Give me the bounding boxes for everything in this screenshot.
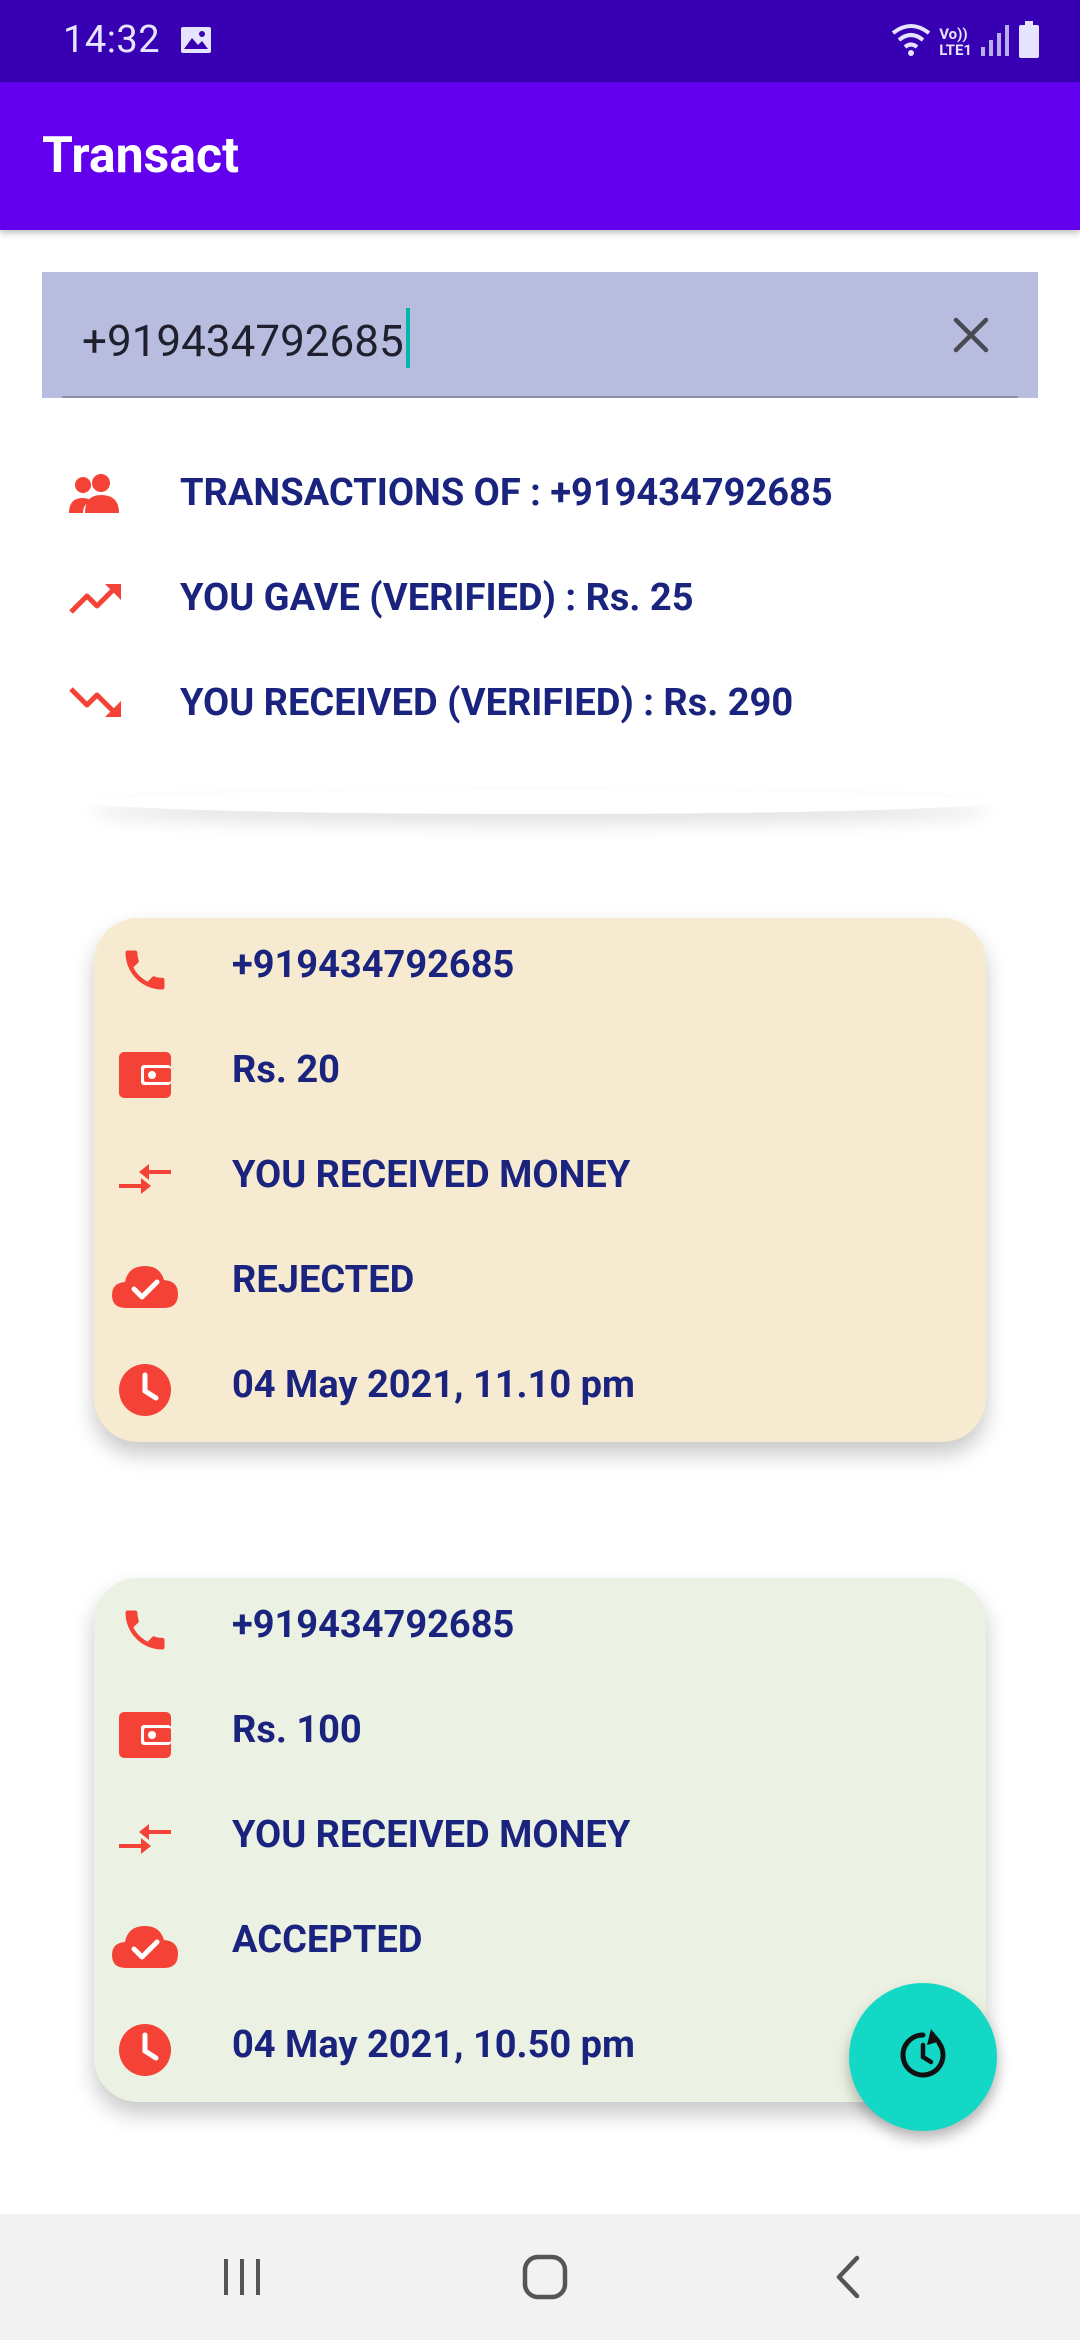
card-phone-row: +919434792685 xyxy=(94,935,986,1005)
cloud-done-icon xyxy=(110,1910,180,1980)
card-direction: YOU RECEIVED MONEY xyxy=(232,1153,631,1197)
system-nav-bar xyxy=(0,2214,1080,2340)
summary-divider-shadow xyxy=(90,790,990,814)
battery-icon xyxy=(1018,21,1040,63)
status-bar: 14:32 Vo)) LTE1 xyxy=(0,0,1080,82)
back-icon[interactable] xyxy=(818,2250,878,2304)
card-datetime: 04 May 2021, 10.50 pm xyxy=(232,2023,635,2067)
app-title: Transact xyxy=(42,127,240,185)
you-received-text: YOU RECEIVED (VERIFIED) : Rs. 290 xyxy=(180,681,794,725)
volte-icon: Vo)) LTE1 xyxy=(939,26,972,58)
people-icon xyxy=(66,464,124,522)
app-bar: Transact xyxy=(0,82,1080,230)
phone-icon xyxy=(110,935,180,1005)
transactions-of-text: TRANSACTIONS OF : +919434792685 xyxy=(180,471,833,515)
card-datetime-row: 04 May 2021, 11.10 pm xyxy=(94,1355,986,1425)
home-icon[interactable] xyxy=(515,2250,575,2304)
card-direction-row: YOU RECEIVED MONEY xyxy=(94,1805,986,1875)
card-amount-row: Rs. 100 xyxy=(94,1700,986,1770)
recents-icon[interactable] xyxy=(212,2250,272,2304)
clock-icon xyxy=(110,2015,180,2085)
card-datetime: 04 May 2021, 11.10 pm xyxy=(232,1363,635,1407)
you-gave-text: YOU GAVE (VERIFIED) : Rs. 25 xyxy=(180,576,694,620)
search-input-value: +919434792685 xyxy=(82,315,404,367)
wallet-icon xyxy=(110,1040,180,1110)
summary-panel: TRANSACTIONS OF : +919434792685 YOU GAVE… xyxy=(0,430,1080,796)
card-status-row: ACCEPTED xyxy=(94,1910,986,1980)
card-amount-row: Rs. 20 xyxy=(94,1040,986,1110)
refresh-history-icon xyxy=(895,2027,951,2087)
search-input[interactable]: +919434792685 xyxy=(82,308,410,368)
trending-up-icon xyxy=(66,569,124,627)
close-icon[interactable] xyxy=(948,312,994,358)
card-phone: +919434792685 xyxy=(232,943,515,987)
volte-top-text: Vo)) xyxy=(939,25,968,43)
card-amount: Rs. 20 xyxy=(232,1048,340,1092)
status-time: 14:32 xyxy=(63,18,161,62)
trending-down-icon xyxy=(66,674,124,732)
wallet-icon xyxy=(110,1700,180,1770)
transaction-card[interactable]: +919434792685 Rs. 100 YOU RECEIVED MONEY… xyxy=(94,1578,986,2102)
text-cursor xyxy=(405,308,410,368)
card-status-row: REJECTED xyxy=(94,1250,986,1320)
volte-bottom-text: LTE1 xyxy=(939,41,972,59)
clock-icon xyxy=(110,1355,180,1425)
search-field[interactable]: +919434792685 xyxy=(42,272,1038,398)
transaction-card[interactable]: +919434792685 Rs. 20 YOU RECEIVED MONEY … xyxy=(94,918,986,1442)
card-amount: Rs. 100 xyxy=(232,1708,362,1752)
card-direction-row: YOU RECEIVED MONEY xyxy=(94,1145,986,1215)
card-direction: YOU RECEIVED MONEY xyxy=(232,1813,631,1857)
refresh-history-button[interactable] xyxy=(849,1983,997,2131)
wifi-icon xyxy=(891,23,931,61)
card-status: REJECTED xyxy=(232,1258,415,1302)
signal-icon xyxy=(980,23,1010,61)
gallery-icon xyxy=(180,26,212,54)
phone-icon xyxy=(110,1595,180,1665)
card-phone: +919434792685 xyxy=(232,1603,515,1647)
search-underline xyxy=(62,396,1018,398)
swap-arrows-icon xyxy=(110,1805,180,1875)
card-status: ACCEPTED xyxy=(232,1918,423,1962)
swap-arrows-icon xyxy=(110,1145,180,1215)
card-phone-row: +919434792685 xyxy=(94,1595,986,1665)
cloud-done-icon xyxy=(110,1250,180,1320)
